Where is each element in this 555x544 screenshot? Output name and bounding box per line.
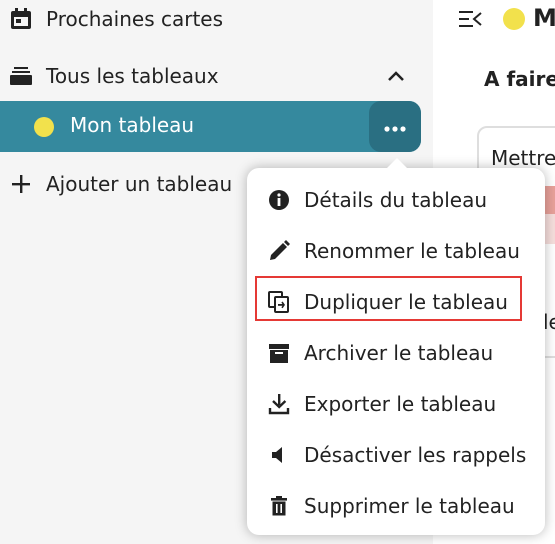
sidebar-item-upcoming[interactable]: Prochaines cartes	[0, 0, 421, 44]
sidebar-item-label: Prochaines cartes	[46, 7, 224, 31]
highlight-box	[255, 276, 522, 321]
board-actions-menu: Détails du tableau Renommer le tableau D…	[247, 158, 545, 535]
board-actions-button[interactable]	[369, 101, 421, 152]
menu-item-label: Exporter le tableau	[304, 391, 497, 416]
sidebar-item-all-boards[interactable]: Tous les tableaux	[0, 51, 421, 101]
trash-icon	[267, 494, 291, 518]
sidebar-item-mon-tableau[interactable]: Mon tableau	[0, 101, 421, 152]
sidebar-item-label: Ajouter un tableau	[46, 172, 233, 196]
menu-item-label: Renommer le tableau	[304, 238, 520, 263]
menu-item-delete-board[interactable]: Supprimer le tableau	[247, 480, 545, 531]
sidebar-toggle-icon[interactable]	[459, 8, 483, 30]
menu-item-label: Supprimer le tableau	[304, 493, 515, 518]
calendar-icon	[9, 7, 33, 31]
stack-icon	[9, 64, 33, 88]
menu-item-disable-reminders[interactable]: Désactiver les rappels	[247, 429, 545, 480]
download-icon	[267, 392, 291, 416]
menu-item-label: Désactiver les rappels	[304, 442, 527, 467]
sidebar-item-label: Mon tableau	[70, 113, 195, 137]
menu-item-board-details[interactable]: Détails du tableau	[247, 174, 545, 225]
info-icon	[267, 188, 291, 212]
column-title: A faire	[484, 67, 555, 91]
pencil-icon	[267, 239, 291, 263]
menu-item-export-board[interactable]: Exporter le tableau	[247, 378, 545, 429]
archive-icon	[267, 341, 291, 365]
board-color-dot	[503, 8, 525, 30]
menu-item-rename-board[interactable]: Renommer le tableau	[247, 225, 545, 276]
more-dots-icon	[384, 117, 406, 136]
mute-icon	[267, 443, 291, 467]
board-color-dot	[34, 117, 54, 137]
menu-item-label: Détails du tableau	[304, 187, 488, 212]
chevron-up-icon[interactable]	[385, 65, 407, 87]
menu-item-archive-board[interactable]: Archiver le tableau	[247, 327, 545, 378]
plus-icon	[9, 172, 33, 196]
popover-arrow	[386, 158, 408, 169]
card-title: Mettre	[491, 146, 555, 170]
sidebar-item-label: Tous les tableaux	[46, 64, 219, 88]
menu-item-label: Archiver le tableau	[304, 340, 494, 365]
board-title: M	[533, 4, 555, 32]
